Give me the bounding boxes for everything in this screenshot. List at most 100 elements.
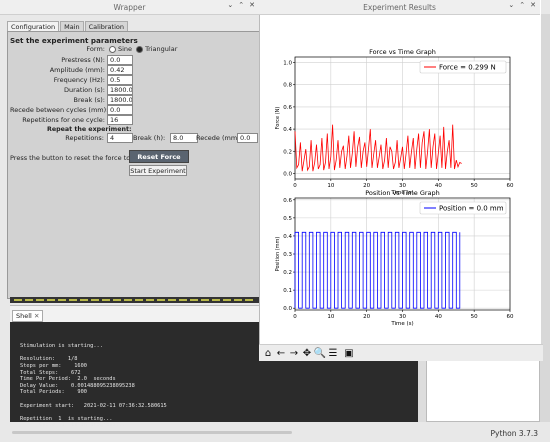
shell-line: Time Per Period: 2.0 seconds: [20, 376, 116, 383]
results-title: Experiment Results: [363, 2, 436, 12]
tick-label-x: 0: [293, 314, 297, 320]
save-icon[interactable]: ▣: [343, 347, 355, 359]
python-version: Python 3.7.3: [490, 429, 538, 438]
shell-line: Delay Value: 0.001488095238095238: [20, 382, 135, 389]
repetitions-input[interactable]: 4: [107, 133, 133, 143]
repetitions-cycle-input[interactable]: 16: [107, 115, 133, 125]
tick-label-x: 10: [327, 314, 334, 320]
break-hours-label: Break (h):: [133, 134, 166, 142]
pan-icon[interactable]: ✥: [301, 347, 313, 359]
force-chart: Force vs Time Graph0 10 20 30 40 50 600.00.20.…: [275, 48, 514, 196]
status-bar: Python 3.7.3: [0, 428, 550, 442]
shell-line: Total Steps: 672: [20, 369, 81, 376]
tick-label-x: 60: [507, 314, 514, 320]
minimize-icon[interactable]: ⌄: [227, 1, 233, 9]
tick-label-x: 60: [507, 183, 514, 189]
start-experiment-button[interactable]: Start Experiment: [129, 165, 187, 176]
field-label: Recede between cycles (mm):: [10, 106, 109, 114]
shell-tab[interactable]: Shell ✕: [12, 310, 44, 322]
forward-arrow-icon[interactable]: →: [288, 347, 300, 359]
series-line: [294, 124, 462, 172]
tick-label-x: 20: [363, 314, 370, 320]
tick-label-x: 30: [399, 314, 406, 320]
recede-input[interactable]: 0.0: [107, 105, 133, 115]
wrapper-titlebar: Wrapper ⌄ ⌃ ✕: [0, 0, 259, 15]
tick-label-x: 50: [471, 314, 478, 320]
radio-triangular-label: Triangular: [145, 45, 178, 53]
shell-line: Experiment start: 2021-02-11 07:36:32.58…: [20, 402, 167, 409]
field-label: Repetitions for one cycle:: [22, 116, 105, 124]
x-axis-label: Time (s): [390, 321, 413, 327]
position-chart: Position vs Time Graph 0 10 20 30 40 50 60 0.0 0.…: [275, 189, 514, 327]
maximize-icon[interactable]: ⌃: [238, 1, 244, 9]
tick-label-y: 0.0: [283, 171, 292, 177]
tick-label-y: 0.2: [283, 149, 292, 155]
tick-label-y: 1.0: [283, 61, 292, 67]
tick-label-y: 0.1: [283, 288, 292, 294]
tick-label-x: 10: [327, 183, 334, 189]
chart-title: Position vs Time Graph: [365, 189, 440, 197]
shell-header: Shell ✕: [10, 305, 259, 323]
field-label: Frequency (Hz):: [53, 76, 105, 84]
series-line: [294, 231, 461, 309]
form-label: Form:: [86, 45, 105, 53]
amplitude-input[interactable]: 0.42: [107, 65, 133, 75]
reset-force-button[interactable]: Reset Force: [129, 150, 189, 163]
side-pane: [426, 355, 540, 422]
duration-input[interactable]: 1800.0: [107, 85, 133, 95]
tick-label-y: 0.4: [283, 234, 292, 240]
tick-label-x: 0: [293, 183, 297, 189]
maximize-icon[interactable]: ⌃: [519, 1, 525, 9]
shell-line: Repetition 1 is starting...: [20, 415, 113, 422]
prestress-input[interactable]: 0.0: [107, 55, 133, 65]
field-label: Amplitude (mm):: [49, 66, 105, 74]
field-label: Break (s):: [73, 96, 105, 104]
recede-mm-label: Recede (mm):: [196, 134, 242, 142]
tick-label-y: 0.0: [283, 306, 292, 312]
radio-sine[interactable]: [109, 45, 116, 53]
radio-sine-label: Sine: [118, 45, 133, 53]
frequency-input[interactable]: 0.5: [107, 75, 133, 85]
tick-label-y: 0.5: [283, 216, 292, 222]
close-icon[interactable]: ✕: [249, 1, 255, 9]
break-hours-input[interactable]: 8.0: [170, 133, 198, 143]
close-icon[interactable]: ✕: [530, 1, 536, 9]
form-radio-group: Sine Triangular: [109, 45, 177, 53]
legend-label: Position = 0.0 mm: [439, 205, 504, 213]
plot-toolbar: ⌂ ← → ✥ 🔍 ☰ ▣: [259, 344, 543, 361]
reset-instruction: Press the button to reset the force to z…: [10, 154, 147, 162]
minimize-icon[interactable]: ⌄: [508, 1, 514, 9]
wrapper-title: Wrapper: [113, 2, 146, 12]
tick-label-y: 0.6: [283, 198, 292, 204]
break-input[interactable]: 1800.0: [107, 95, 133, 105]
zoom-icon[interactable]: 🔍: [314, 347, 326, 359]
y-axis-label: Position (mm): [275, 237, 281, 272]
legend-label: Force = 0.299 N: [439, 64, 496, 72]
shell-tab-label: Shell: [16, 312, 32, 320]
horizontal-scrollbar[interactable]: [12, 431, 292, 434]
y-axis-label: Force (N): [275, 107, 281, 130]
results-figure: Force vs Time Graph 0 10 20 30 40 50 60 0.0 0.2 0.…: [275, 48, 514, 327]
panel-heading: Set the experiment parameters: [10, 36, 138, 45]
close-icon[interactable]: ✕: [34, 312, 39, 320]
recede-mm-input[interactable]: 0.0: [237, 133, 258, 143]
tick-label-y: 0.6: [283, 105, 292, 111]
tick-label-x: 50: [471, 183, 478, 189]
tick-label-x: 40: [435, 314, 442, 320]
repetitions-label: Repetitions:: [65, 134, 104, 142]
home-icon[interactable]: ⌂: [262, 347, 274, 359]
tick-label-y: 0.2: [283, 270, 292, 276]
chart-title: Force vs Time Graph: [369, 48, 436, 56]
tick-label-y: 0.4: [283, 127, 292, 133]
tick-label-y: 0.8: [283, 83, 292, 89]
field-label: Prestress (N):: [61, 56, 105, 64]
shell-line: Steps per mm: 1600: [20, 362, 87, 369]
results-titlebar: Experiment Results ⌄ ⌃ ✕: [259, 0, 540, 15]
shell-line: Total Periods: 900: [20, 389, 87, 396]
subplots-icon[interactable]: ☰: [327, 347, 339, 359]
back-arrow-icon[interactable]: ←: [275, 347, 287, 359]
radio-triangular[interactable]: [136, 45, 144, 53]
tick-label-y: 0.3: [283, 252, 292, 258]
